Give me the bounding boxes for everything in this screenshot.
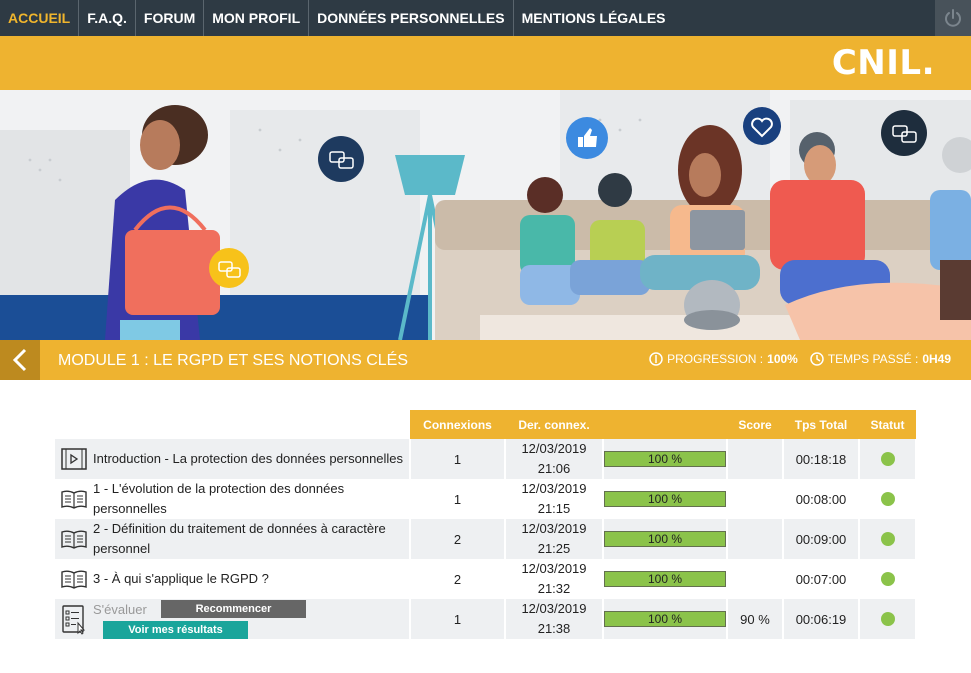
power-icon: [945, 9, 961, 27]
last-connection-date: 12/03/2019: [521, 561, 587, 576]
last-connection-time: 21:15: [537, 501, 571, 516]
book-icon: [55, 569, 93, 589]
module-bar: MODULE 1 : LE RGPD ET SES NOTIONS CLÉS P…: [0, 340, 971, 380]
score: [727, 439, 784, 479]
progress-table: Connexions Der. connex. Score Tps Total …: [55, 410, 917, 639]
hero-illustration: [0, 90, 971, 340]
last-connection-date: 12/03/2019: [521, 481, 587, 496]
status-indicator: [880, 452, 895, 466]
header-der-connex: Der. connex.: [505, 410, 603, 439]
heart-icon: [743, 107, 781, 145]
status-indicator: [880, 612, 895, 626]
lesson-title[interactable]: Introduction - La protection des données…: [93, 449, 403, 469]
score: 90 %: [727, 599, 784, 639]
lesson-title[interactable]: 2 - Définition du traitement de données …: [93, 519, 409, 559]
chat-bubble-icon: [318, 136, 364, 182]
clock-icon: [810, 352, 824, 366]
table-row-evaluation: S'évaluer Recommencer Voir mes résultats…: [55, 599, 917, 639]
status-indicator: [880, 532, 895, 546]
last-connection-date: 12/03/2019: [521, 441, 587, 456]
nav-item-faq[interactable]: F.A.Q.: [79, 0, 136, 36]
status-indicator: [880, 572, 895, 586]
module-title: MODULE 1 : LE RGPD ET SES NOTIONS CLÉS: [58, 352, 409, 369]
progress-bar: 100 %: [604, 531, 726, 547]
last-connection-time: 21:06: [537, 461, 571, 476]
total-time: 00:06:19: [783, 599, 860, 639]
connexions-count: 1: [410, 479, 506, 519]
brand-bar: CNIL.: [0, 36, 971, 90]
progress-bar: 100 %: [604, 491, 726, 507]
nav-item-mon-profil[interactable]: MON PROFIL: [204, 0, 310, 36]
book-icon: [55, 489, 93, 509]
video-icon: [55, 448, 93, 470]
chat-bubble-icon: [209, 248, 249, 288]
lesson-title[interactable]: 3 - À qui s'applique le RGPD ?: [93, 569, 269, 589]
header-tps-total: Tps Total: [783, 410, 859, 439]
connexions-count: 2: [410, 559, 506, 599]
header-score: Score: [727, 410, 783, 439]
score: [727, 559, 784, 599]
power-button[interactable]: [935, 0, 971, 36]
last-connection-time: 21:25: [537, 541, 571, 556]
score: [727, 519, 784, 559]
back-button[interactable]: [0, 340, 40, 380]
restart-button[interactable]: Recommencer: [161, 600, 306, 618]
total-time: 00:08:00: [783, 479, 860, 519]
table-row[interactable]: 3 - À qui s'applique le RGPD ? 2 12/03/2…: [55, 559, 917, 599]
table-header: Connexions Der. connex. Score Tps Total …: [55, 410, 916, 439]
thumbs-up-icon: [566, 117, 608, 159]
nav-item-forum[interactable]: FORUM: [136, 0, 205, 36]
header-statut: Statut: [859, 410, 916, 439]
nav-item-donnees-personnelles[interactable]: DONNÉES PERSONNELLES: [309, 0, 514, 36]
progress-bar: 100 %: [604, 451, 726, 467]
header-connexions: Connexions: [410, 410, 505, 439]
progress-value: 100%: [767, 352, 798, 366]
top-navigation: ACCUEIL F.A.Q. FORUM MON PROFIL DONNÉES …: [0, 0, 971, 36]
total-time: 00:18:18: [783, 439, 860, 479]
last-connection-time: 21:32: [537, 581, 571, 596]
time-spent-value: 0H49: [922, 352, 951, 366]
chat-bubble-icon: [881, 110, 927, 156]
book-icon: [55, 529, 93, 549]
total-time: 00:09:00: [783, 519, 860, 559]
progress-bar: 100 %: [604, 611, 726, 627]
progress-icon: [649, 352, 663, 366]
status-indicator: [880, 492, 895, 506]
lesson-title[interactable]: 1 - L'évolution de la protection des don…: [93, 479, 409, 519]
total-time: 00:07:00: [783, 559, 860, 599]
table-row[interactable]: 2 - Définition du traitement de données …: [55, 519, 917, 559]
nav-item-accueil[interactable]: ACCUEIL: [0, 0, 80, 36]
module-stats: PROGRESSION : 100% TEMPS PASSÉ : 0H49: [649, 352, 951, 366]
progress-label: PROGRESSION :: [667, 352, 764, 366]
quiz-icon: [62, 605, 86, 638]
score: [727, 479, 784, 519]
table-row[interactable]: Introduction - La protection des données…: [55, 439, 917, 479]
last-connection-date: 12/03/2019: [521, 521, 587, 536]
nav-item-mentions-legales[interactable]: MENTIONS LÉGALES: [514, 0, 674, 36]
connexions-count: 2: [410, 519, 506, 559]
chevron-left-icon: [12, 348, 27, 372]
cnil-logo[interactable]: CNIL.: [832, 43, 935, 83]
time-spent-label: TEMPS PASSÉ :: [827, 352, 919, 366]
progress-bar: 100 %: [604, 571, 726, 587]
connexions-count: 1: [410, 599, 506, 639]
self-assess-label: S'évaluer: [93, 602, 147, 617]
last-connection-time: 21:38: [537, 621, 571, 636]
last-connection-date: 12/03/2019: [521, 601, 587, 616]
connexions-count: 1: [410, 439, 506, 479]
table-row[interactable]: 1 - L'évolution de la protection des don…: [55, 479, 917, 519]
view-results-button[interactable]: Voir mes résultats: [103, 621, 248, 639]
